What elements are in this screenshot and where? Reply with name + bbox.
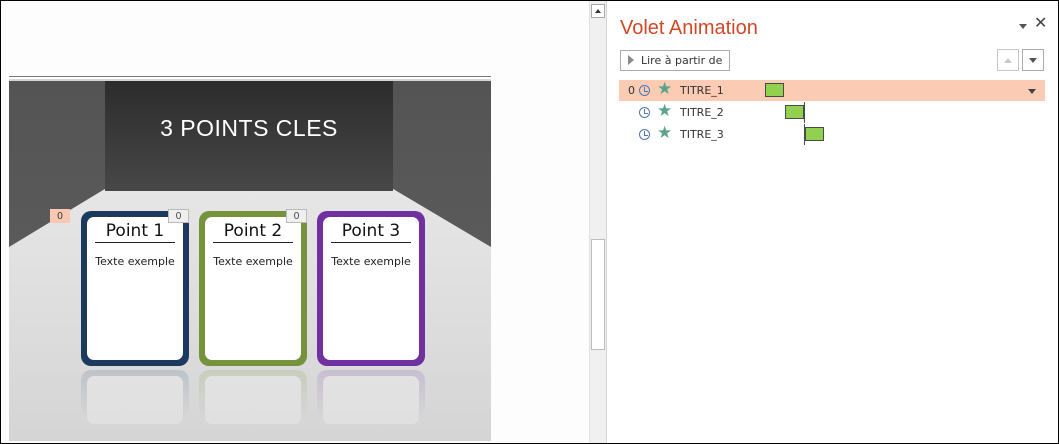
card-reflection xyxy=(81,370,189,424)
play-from-button[interactable]: Lire à partir de xyxy=(620,50,731,71)
card-body: Point 1 Texte exemple xyxy=(87,217,183,360)
slide[interactable]: 3 POINTS CLES 0 Point 1 Texte exemple 0 … xyxy=(9,77,491,441)
clock-icon xyxy=(639,85,650,96)
animation-tag-card-2[interactable]: 0 xyxy=(286,209,307,223)
card-reflection xyxy=(199,370,307,424)
pane-title: Volet Animation xyxy=(620,17,758,39)
animation-list-item[interactable]: ★ TITRE_3 xyxy=(619,124,1045,145)
play-icon xyxy=(628,55,634,65)
title-panel[interactable]: 3 POINTS CLES xyxy=(105,81,393,191)
timing-bar[interactable] xyxy=(765,83,784,97)
slide-editing-area[interactable]: 3 POINTS CLES 0 Point 1 Texte exemple 0 … xyxy=(1,1,589,443)
animation-tag-card-1[interactable]: 0 xyxy=(168,209,189,223)
card-body: Point 2 Texte exemple xyxy=(205,217,301,360)
star-icon: ★ xyxy=(657,101,673,121)
animation-list-item[interactable]: 0 ★ TITRE_1 xyxy=(619,80,1045,101)
star-icon: ★ xyxy=(657,79,673,99)
card-heading[interactable]: Point 1 xyxy=(95,221,175,243)
card-text[interactable]: Texte exemple xyxy=(205,255,301,268)
animation-tag-title[interactable]: 0 xyxy=(50,209,70,223)
slide-title[interactable]: 3 POINTS CLES xyxy=(105,115,393,142)
timing-bar[interactable] xyxy=(805,127,824,141)
animation-pane: Volet Animation ✕ Lire à partir de 0 ★ T… xyxy=(606,1,1058,443)
chevron-down-icon[interactable] xyxy=(1028,89,1036,94)
clock-icon xyxy=(639,107,650,118)
card-heading[interactable]: Point 3 xyxy=(331,221,411,243)
move-later-button[interactable] xyxy=(1022,49,1044,71)
point-card-2[interactable]: Point 2 Texte exemple xyxy=(199,211,307,366)
vertical-scrollbar[interactable] xyxy=(589,1,606,443)
animation-item-label: TITRE_2 xyxy=(680,106,724,119)
animation-item-label: TITRE_3 xyxy=(680,128,724,141)
animation-list-item[interactable]: ★ TITRE_2 xyxy=(619,102,1045,123)
card-text[interactable]: Texte exemple xyxy=(87,255,183,268)
chevron-down-icon[interactable] xyxy=(1019,24,1027,29)
scroll-thumb[interactable] xyxy=(591,239,605,350)
move-earlier-button[interactable] xyxy=(997,49,1019,71)
card-heading[interactable]: Point 2 xyxy=(213,221,293,243)
animation-order-number: 0 xyxy=(628,84,635,97)
animation-item-label: TITRE_1 xyxy=(680,84,724,97)
timing-marker xyxy=(804,102,805,123)
card-text[interactable]: Texte exemple xyxy=(323,255,419,268)
card-body: Point 3 Texte exemple xyxy=(323,217,419,360)
scroll-up-button[interactable] xyxy=(591,4,605,18)
card-reflection xyxy=(317,370,425,424)
point-card-1[interactable]: Point 1 Texte exemple xyxy=(81,211,189,366)
timing-bar[interactable] xyxy=(785,105,804,119)
play-button-label: Lire à partir de xyxy=(641,54,723,67)
close-icon[interactable]: ✕ xyxy=(1034,15,1047,31)
point-card-3[interactable]: Point 3 Texte exemple xyxy=(317,211,425,366)
star-icon: ★ xyxy=(657,123,673,143)
clock-icon xyxy=(639,129,650,140)
